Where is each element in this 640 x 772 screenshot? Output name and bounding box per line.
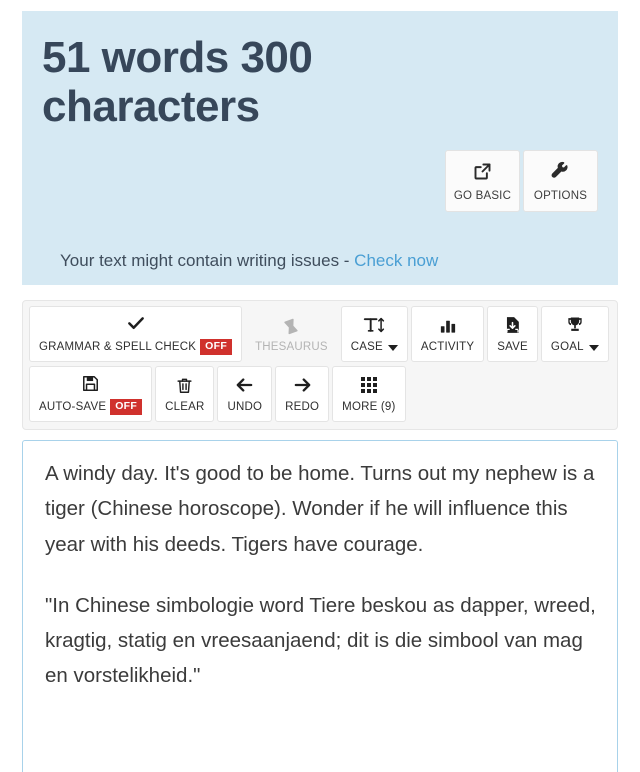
- clear-button[interactable]: CLEAR: [155, 366, 215, 422]
- wrench-icon: [550, 161, 571, 183]
- auto-save-button[interactable]: AUTO-SAVE OFF: [29, 366, 153, 422]
- auto-save-label: AUTO-SAVE OFF: [39, 399, 143, 415]
- text-height-icon: [362, 315, 386, 335]
- more-label: MORE (9): [342, 401, 396, 413]
- grid-dots-shape: [360, 377, 377, 393]
- editor-paragraph-1: A windy day. It's good to be home. Turns…: [45, 462, 595, 556]
- arrow-left-icon: [234, 375, 255, 395]
- floppy-disk-icon: [81, 373, 100, 393]
- thesaurus-button[interactable]: THESAURUS: [245, 306, 338, 362]
- go-basic-label: GO BASIC: [453, 189, 512, 202]
- toolbar-row-1: GRAMMAR & SPELL CHECK OFF THESAURUS CASE…: [29, 306, 611, 362]
- options-button[interactable]: OPTIONS: [523, 150, 598, 212]
- case-text: CASE: [350, 341, 383, 353]
- writing-issues-notice: Your text might contain writing issues -…: [60, 251, 438, 271]
- grammar-spell-check-button[interactable]: GRAMMAR & SPELL CHECK OFF: [29, 306, 243, 362]
- go-basic-button[interactable]: GO BASIC: [445, 150, 520, 212]
- bar-chart-icon: [438, 315, 458, 335]
- grammar-spell-check-text: GRAMMAR & SPELL CHECK: [39, 341, 197, 353]
- redo-label: REDO: [285, 401, 320, 413]
- save-label: SAVE: [497, 341, 528, 353]
- grid-dots-icon: [360, 375, 377, 395]
- auto-save-text: AUTO-SAVE: [39, 401, 107, 413]
- toolbar-row-2: AUTO-SAVE OFF CLEAR UNDO REDO MORE (9): [29, 366, 611, 422]
- external-link-icon: [472, 161, 493, 183]
- editor-paragraph-spacer: [45, 562, 597, 588]
- more-button[interactable]: MORE (9): [332, 366, 406, 422]
- check-now-link[interactable]: Check now: [354, 251, 438, 270]
- undo-label: UNDO: [227, 401, 263, 413]
- writing-issues-text: Your text might contain writing issues -: [60, 251, 355, 270]
- save-button[interactable]: SAVE: [487, 306, 538, 362]
- header-button-group: GO BASIC OPTIONS: [445, 150, 598, 212]
- file-download-icon: [503, 315, 522, 335]
- editor-toolbar: GRAMMAR & SPELL CHECK OFF THESAURUS CASE…: [22, 300, 618, 430]
- book-icon: [282, 315, 301, 335]
- chevron-down-icon: [387, 345, 398, 351]
- thesaurus-label: THESAURUS: [255, 341, 328, 353]
- grammar-status-badge: OFF: [200, 339, 233, 355]
- word-character-count-title: 51 words 300 characters: [42, 33, 313, 132]
- arrow-right-icon: [292, 375, 313, 395]
- text-editor-area[interactable]: A windy day. It's good to be home. Turns…: [22, 440, 618, 772]
- word-counter-app: 51 words 300 characters GO BASIC OPTIONS…: [0, 0, 640, 772]
- activity-button[interactable]: ACTIVITY: [410, 306, 485, 362]
- activity-label: ACTIVITY: [420, 341, 475, 353]
- case-label: CASE: [351, 341, 398, 353]
- auto-save-status-badge: OFF: [110, 399, 143, 415]
- options-label: OPTIONS: [533, 189, 588, 202]
- check-icon: [126, 313, 146, 333]
- goal-label: GOAL: [551, 341, 599, 353]
- header-panel: 51 words 300 characters GO BASIC OPTIONS…: [22, 11, 618, 285]
- clear-label: CLEAR: [165, 401, 205, 413]
- trophy-icon: [565, 315, 585, 335]
- grammar-spell-check-label: GRAMMAR & SPELL CHECK OFF: [39, 339, 233, 355]
- redo-button[interactable]: REDO: [275, 366, 330, 422]
- trash-icon: [175, 375, 194, 395]
- editor-paragraph-2: "In Chinese simbologie word Tiere beskou…: [45, 593, 596, 688]
- goal-button[interactable]: GOAL: [540, 306, 609, 362]
- chevron-down-icon: [588, 345, 599, 351]
- goal-text: GOAL: [550, 341, 584, 353]
- undo-button[interactable]: UNDO: [217, 366, 273, 422]
- case-button[interactable]: CASE: [340, 306, 408, 362]
